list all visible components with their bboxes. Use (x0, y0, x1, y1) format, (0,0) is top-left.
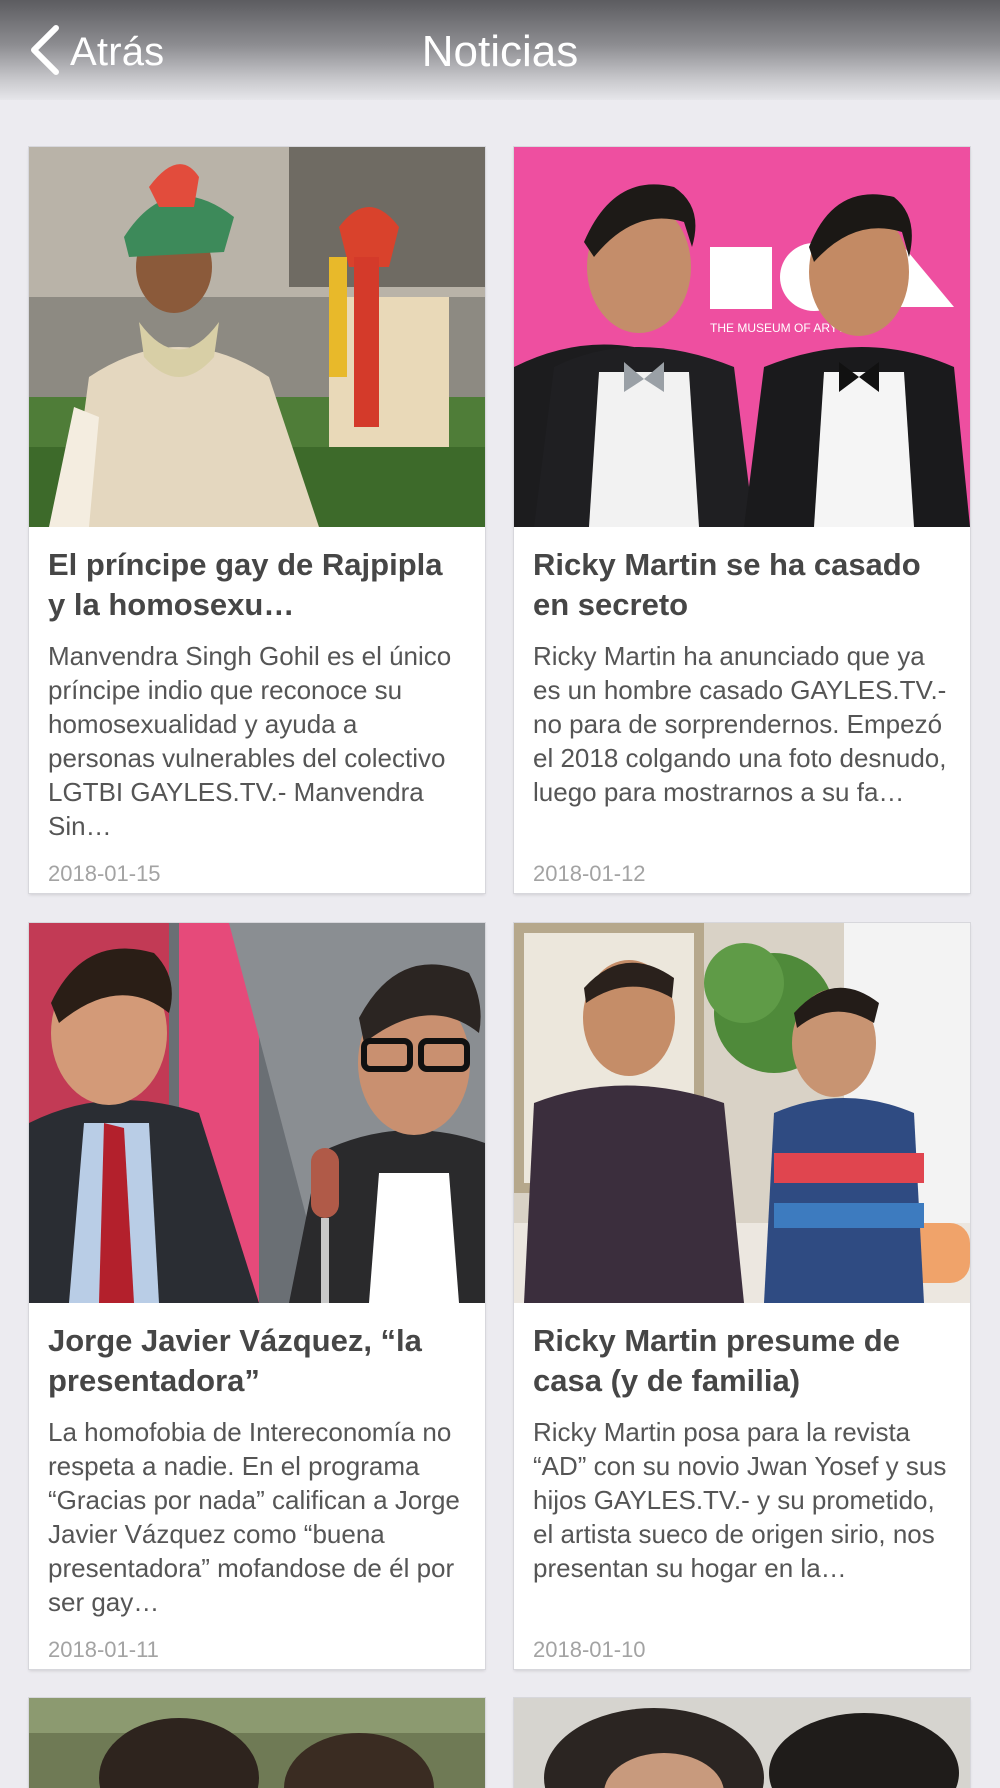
article-image (29, 1698, 485, 1788)
article-date: 2018-01-11 (48, 1637, 159, 1662)
article-title: Ricky Martin presume de casa (y de famil… (533, 1323, 900, 1398)
news-card[interactable]: Ricky Martin presume de casa (y de famil… (514, 923, 970, 1669)
news-card[interactable]: THE MUSEUM OF ARY ART Ricky Martin se ha… (514, 147, 970, 893)
article-image (514, 1698, 970, 1788)
article-summary: Manvendra Singh Gohil es el único prínci… (48, 641, 452, 841)
article-date: 2018-01-12 (533, 861, 646, 886)
news-card[interactable] (514, 1698, 970, 1788)
article-date: 2018-01-15 (48, 861, 161, 886)
news-card[interactable]: Jorge Javier Vázquez, “la presentadora” … (29, 923, 485, 1669)
article-image (29, 923, 485, 1303)
article-title: El príncipe gay de Rajpipla y la homosex… (48, 547, 443, 622)
article-title: Jorge Javier Vázquez, “la presentadora” (48, 1323, 422, 1398)
navigation-bar: Atrás Noticias (0, 0, 1000, 100)
news-card[interactable]: El príncipe gay de Rajpipla y la homosex… (29, 147, 485, 893)
article-date: 2018-01-10 (533, 1637, 646, 1662)
article-title: Ricky Martin se ha casado en secreto (533, 547, 921, 622)
article-summary: Ricky Martin ha anunciado que ya es un h… (533, 641, 947, 807)
article-image (29, 147, 485, 527)
page-title: Noticias (421, 27, 579, 76)
article-summary: Ricky Martin posa para la revista “AD” c… (533, 1417, 947, 1583)
article-image: THE MUSEUM OF ARY ART (514, 147, 970, 527)
news-card[interactable] (29, 1698, 485, 1788)
article-summary: La homofobia de Intereconomía no respeta… (48, 1417, 460, 1617)
article-image (514, 923, 970, 1303)
